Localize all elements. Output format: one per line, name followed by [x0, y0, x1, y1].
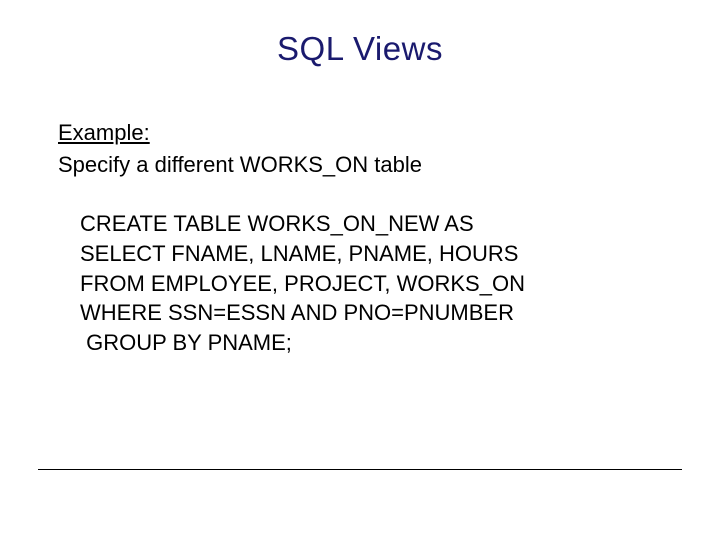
code-line: GROUP BY PNAME;	[80, 330, 292, 355]
slide: SQL Views Example: Specify a different W…	[0, 0, 720, 540]
code-line: FROM EMPLOYEE, PROJECT, WORKS_ON	[80, 271, 525, 296]
divider-line	[38, 469, 682, 470]
example-description: Specify a different WORKS_ON table	[58, 150, 668, 180]
slide-body: Example: Specify a different WORKS_ON ta…	[58, 118, 668, 358]
slide-title: SQL Views	[0, 30, 720, 68]
code-line: CREATE TABLE WORKS_ON_NEW AS	[80, 211, 474, 236]
example-heading: Example:	[58, 118, 668, 148]
code-line: WHERE SSN=ESSN AND PNO=PNUMBER	[80, 300, 514, 325]
sql-code-block: CREATE TABLE WORKS_ON_NEW AS SELECT FNAM…	[80, 209, 668, 357]
code-line: SELECT FNAME, LNAME, PNAME, HOURS	[80, 241, 518, 266]
